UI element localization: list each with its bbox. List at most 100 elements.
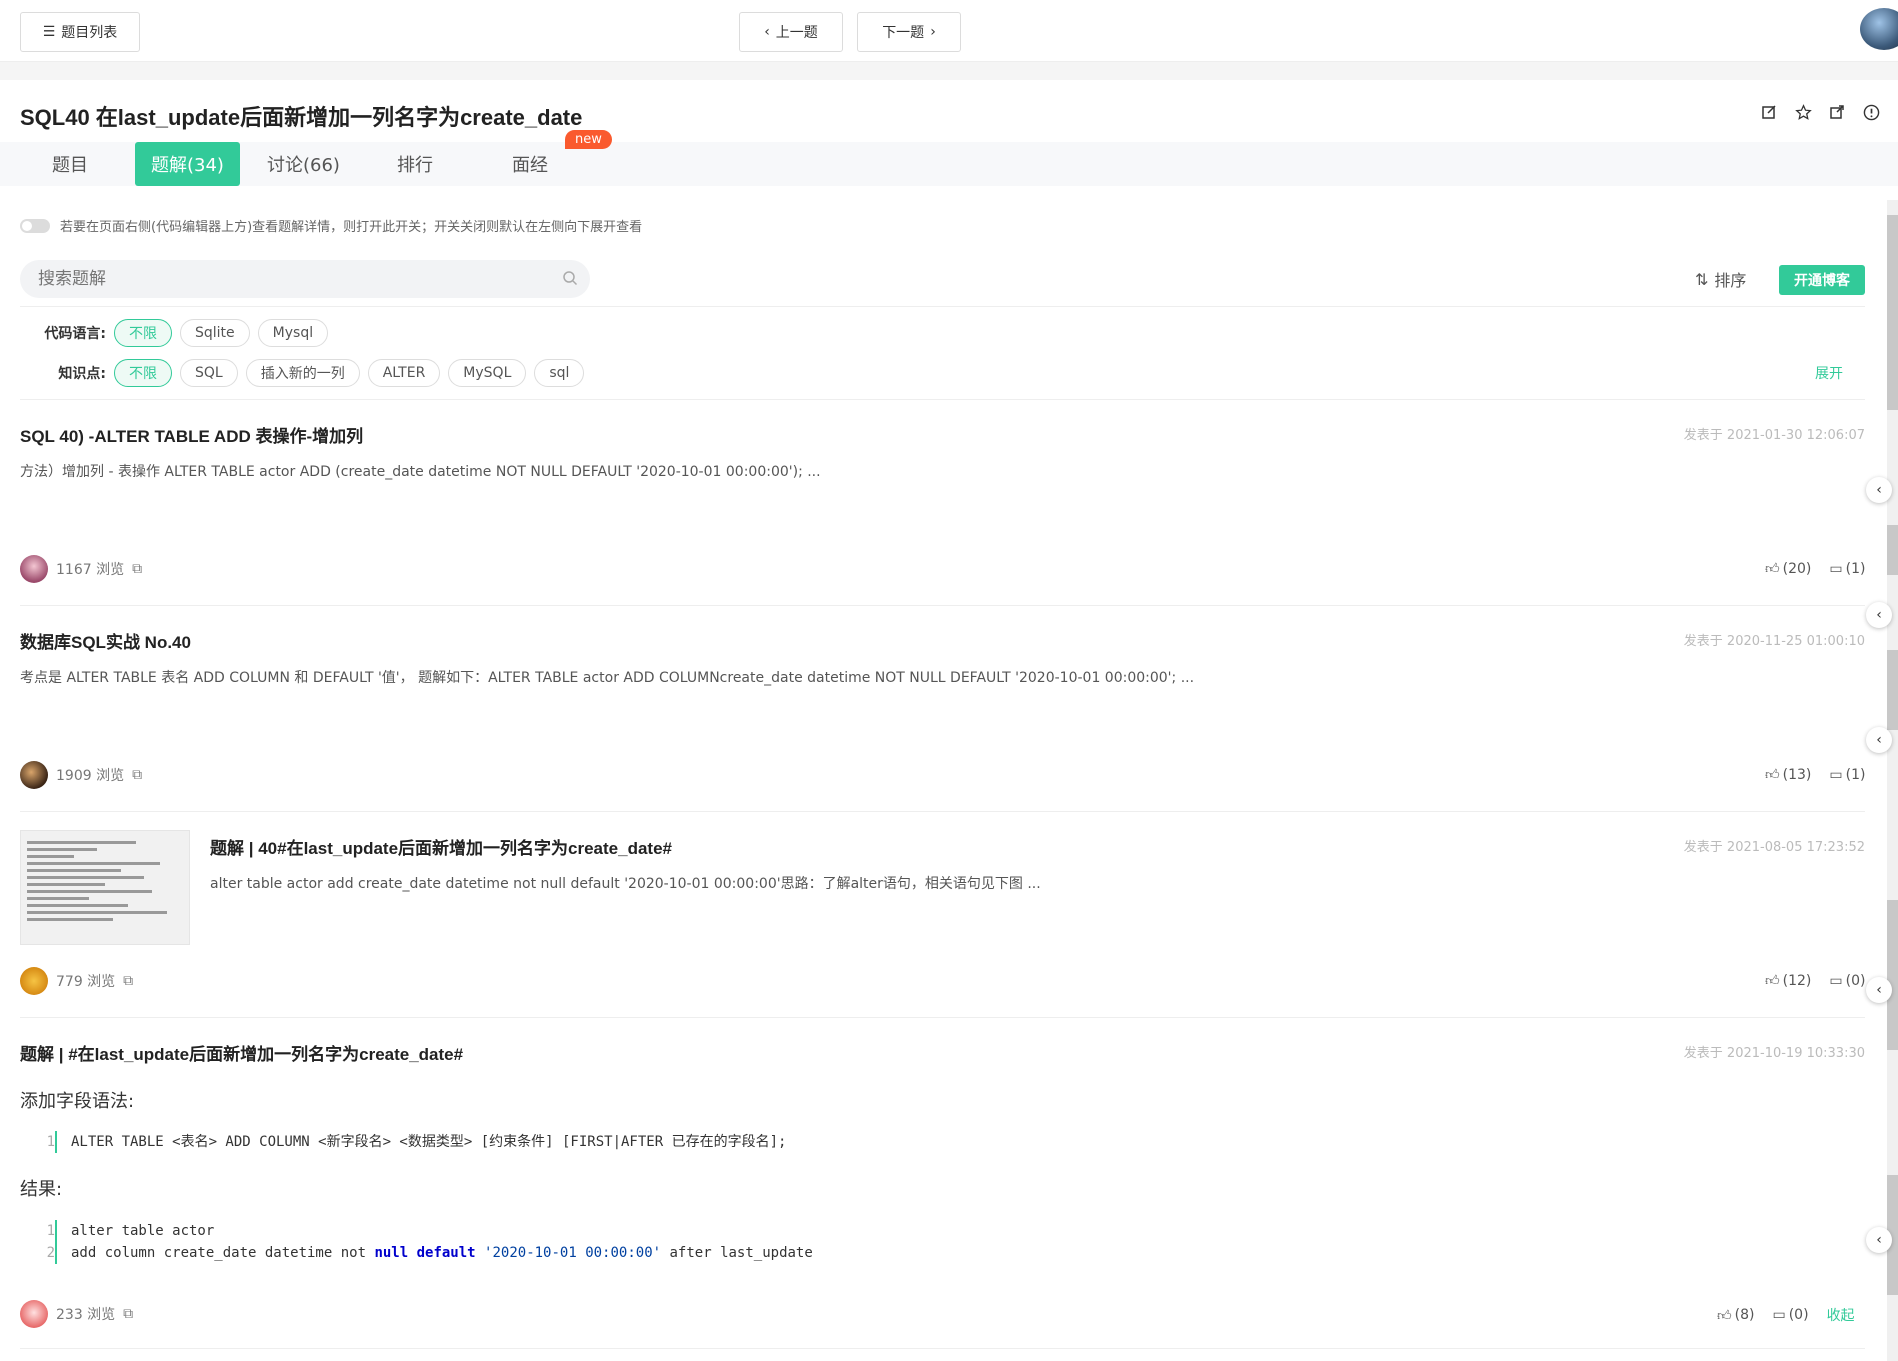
topic-chip-sql-lower[interactable]: sql [534,359,585,387]
post-title[interactable]: 题解 | #在last_update后面新增加一列名字为create_date# [20,1040,463,1065]
scrollbar-thumb[interactable] [1887,525,1898,575]
post-date: 发表于 2020-11-25 01:00:10 [1683,634,1865,649]
header-separator [0,62,1898,80]
topic-chip-insert-column[interactable]: 插入新的一列 [245,359,360,387]
post-excerpt[interactable]: 方法）增加列 - 表操作 ALTER TABLE actor ADD (crea… [20,461,821,481]
avatar[interactable] [20,761,48,789]
post-title[interactable]: 数据库SQL实战 No.40 [20,628,191,653]
comment-count: (1) [1845,766,1866,783]
comment-icon: ▭ [1829,560,1843,577]
post-date: 发表于 2021-08-05 17:23:52 [1683,840,1865,855]
next-problem-button[interactable]: 下一题 › [857,12,961,52]
chevron-left-icon: ‹ [1876,607,1882,623]
like-button[interactable]: 👍︎ (20) [1765,560,1811,578]
topic-chip-any[interactable]: 不限 [114,359,172,387]
side-view-toggle-row: 若要在页面右侧(代码编辑器上方)查看题解详情，则打开此开关；开关关闭则默认在左侧… [20,216,642,235]
topic-chip-sql[interactable]: SQL [180,359,238,387]
topic-chip-alter[interactable]: ALTER [367,359,441,387]
post-stats: 👍︎ (13) ▭ (1) [1765,766,1865,784]
language-chip-sqlite[interactable]: Sqlite [180,319,250,347]
avatar[interactable] [20,555,48,583]
scrollbar-thumb[interactable] [1887,900,1898,1050]
problem-list-button[interactable]: ☰ 题目列表 [20,12,140,52]
post-meta: 233 浏览 ⧉ [20,1300,133,1328]
topic-chip-mysql[interactable]: MySQL [448,359,527,387]
post-date: 发表于 2021-01-30 12:06:07 [1683,428,1865,443]
comment-button[interactable]: ▭ (1) [1829,560,1865,577]
post-meta: 779 浏览 ⧉ [20,967,133,995]
code-line: ALTER TABLE <表名> ADD COLUMN <新字段名> <数据类型… [71,1134,787,1150]
sort-button[interactable]: ⇅ 排序 [1695,267,1746,291]
comment-button[interactable]: ▭ (0) [1829,972,1865,989]
open-blog-button[interactable]: 开通博客 [1779,265,1865,295]
like-count: (8) [1734,1307,1755,1323]
avatar[interactable] [20,967,48,995]
like-button[interactable]: 👍︎ (12) [1765,972,1812,990]
tab-interview[interactable]: 面经 [496,142,564,186]
thumbs-up-icon: 👍︎ [1765,561,1780,577]
side-panel-toggle[interactable]: ‹ [1866,727,1892,753]
scrollbar-thumb[interactable] [1887,215,1898,410]
sort-icon: ⇅ [1695,269,1709,289]
info-icon[interactable] [1862,103,1880,121]
side-view-toggle[interactable] [20,218,50,233]
language-filter: 代码语言: 不限 Sqlite Mysql [20,319,329,347]
post-title[interactable]: SQL 40) -ALTER TABLE ADD 表操作-增加列 [20,422,363,447]
topic-filter: 知识点: 不限 SQL 插入新的一列 ALTER MySQL sql [20,359,585,387]
scrollbar-thumb[interactable] [1887,650,1898,730]
like-button[interactable]: 👍︎ (8) [1717,1305,1754,1325]
result-heading: 结果: [20,1179,63,1200]
sort-label: 排序 [1714,271,1747,290]
blog-link-icon[interactable]: ⧉ [132,767,142,783]
edit-icon[interactable] [1760,103,1778,121]
share-icon[interactable] [1828,103,1846,121]
next-problem-label: 下一题 [882,25,925,41]
collapse-link[interactable]: 收起 [1827,1305,1855,1325]
expand-filters-link[interactable]: 展开 [1815,363,1843,383]
side-panel-toggle[interactable]: ‹ [1866,977,1892,1003]
post-date: 发表于 2021-10-19 10:33:30 [1683,1046,1865,1061]
star-icon[interactable] [1794,103,1812,121]
syntax-heading: 添加字段语法: [20,1091,135,1112]
search-icon[interactable] [562,270,578,290]
post-stats: 👍︎ (8) ▭ (0) 收起 [1717,1305,1855,1325]
post-excerpt[interactable]: 考点是 ALTER TABLE 表名 ADD COLUMN 和 DEFAULT … [20,667,1194,687]
blog-link-icon[interactable]: ⧉ [132,561,142,577]
tab-problem[interactable]: 题目 [36,142,104,186]
view-count: 779 浏览 [56,974,116,990]
blog-link-icon[interactable]: ⧉ [123,1306,133,1322]
search-input[interactable] [38,269,538,289]
like-button[interactable]: 👍︎ (13) [1765,766,1812,784]
comment-count: (1) [1845,560,1866,577]
like-count: (12) [1782,972,1812,989]
tab-solutions[interactable]: 题解(34) [135,142,240,186]
avatar[interactable] [20,1300,48,1328]
blog-link-icon[interactable]: ⧉ [123,973,133,989]
tab-discussion[interactable]: 讨论(66) [251,142,356,186]
post-meta: 1167 浏览 ⧉ [20,555,142,583]
comment-button[interactable]: ▭ (1) [1829,766,1865,783]
comment-button[interactable]: ▭ (0) [1772,1305,1808,1325]
divider [20,306,1865,307]
thumbs-up-icon: 👍︎ [1765,767,1780,783]
side-panel-toggle[interactable]: ‹ [1866,602,1892,628]
tab-ranking[interactable]: 排行 [381,142,449,186]
language-chip-any[interactable]: 不限 [114,319,172,347]
thumbs-up-icon: 👍︎ [1717,1307,1732,1324]
post-stats: 👍︎ (12) ▭ (0) [1765,972,1865,990]
comment-count: (0) [1788,1307,1809,1323]
post-excerpt[interactable]: alter table actor add create_date dateti… [210,873,1041,893]
user-avatar[interactable] [1860,8,1898,50]
code-keyword: default [416,1245,476,1261]
prev-problem-button[interactable]: ‹ 上一题 [739,12,843,52]
post-title[interactable]: 题解 | 40#在last_update后面新增加一列名字为create_dat… [210,834,672,859]
list-icon: ☰ [42,24,56,40]
side-panel-toggle[interactable]: ‹ [1866,1227,1892,1253]
side-panel-toggle[interactable]: ‹ [1866,477,1892,503]
result-code-block: 1 alter table actor 2 add column create_da… [47,1220,813,1264]
language-chip-mysql[interactable]: Mysql [257,319,329,347]
like-count: (13) [1782,766,1812,783]
chevron-left-icon: ‹ [1876,482,1882,498]
post-thumbnail[interactable] [20,830,190,945]
code-text: after last_update [661,1245,813,1261]
